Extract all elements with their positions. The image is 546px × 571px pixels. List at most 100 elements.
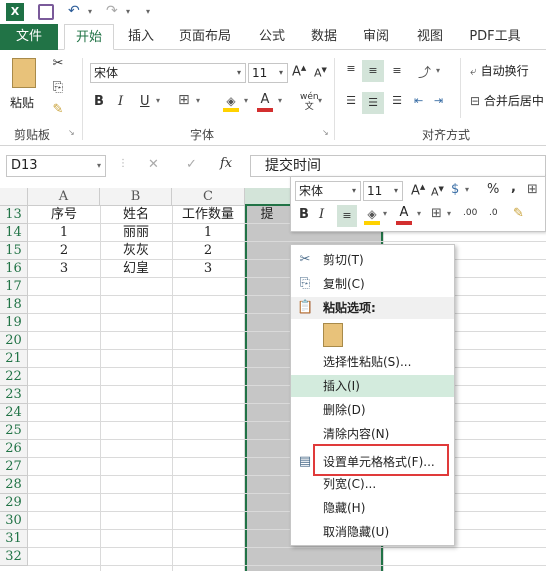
merge-center-button[interactable]: ⊟ 合并后居中 [470,92,546,112]
cell[interactable]: 提 [247,206,287,224]
orientation-dropdown-icon[interactable]: ▾ [436,66,440,75]
menu-item-copy[interactable]: ⎘ 复制(C) [291,273,454,295]
mini-italic-button[interactable]: I [319,207,324,222]
column-header-b[interactable]: B [100,188,172,206]
font-color-icon[interactable]: A [256,92,274,112]
mini-currency-icon[interactable]: $ [451,182,459,197]
row-header[interactable]: 27 [0,458,28,476]
font-launcher-icon[interactable]: ↘ [322,128,329,137]
italic-button[interactable]: I [118,94,123,109]
confirm-entry-icon[interactable]: ✓ [186,157,197,172]
menu-item-cut[interactable]: ✂ 剪切(T) [291,249,454,271]
menu-item-unhide[interactable]: 取消隐藏(U) [291,521,454,543]
row-header[interactable]: 31 [0,530,28,548]
mini-decrease-font-icon[interactable]: A▼ [431,185,444,199]
menu-item-hide[interactable]: 隐藏(H) [291,497,454,519]
cell[interactable]: 灰灰 [100,242,172,260]
tab-page-layout[interactable]: 页面布局 [172,24,238,50]
cell[interactable]: 3 [28,260,100,278]
row-header[interactable]: 18 [0,296,28,314]
align-middle-icon[interactable]: ≡ [362,60,384,82]
mini-increase-decimal-button[interactable]: .00 [463,208,477,218]
cell[interactable]: 1 [28,224,100,242]
cell[interactable]: 2 [172,242,244,260]
cell[interactable]: 1 [172,224,244,242]
cell[interactable]: 2 [28,242,100,260]
cut-icon[interactable]: ✂ [48,56,68,71]
row-header[interactable]: 28 [0,476,28,494]
cancel-entry-icon[interactable]: ✕ [148,157,159,172]
row-header[interactable]: 20 [0,332,28,350]
clipboard-launcher-icon[interactable]: ↘ [68,128,75,137]
cell[interactable]: 序号 [28,206,100,224]
row-header[interactable]: 25 [0,422,28,440]
row-header[interactable]: 26 [0,440,28,458]
align-left-icon[interactable]: ☰ [342,94,360,107]
column-header-a[interactable]: A [28,188,100,206]
format-painter-icon[interactable]: ✎ [48,102,68,117]
increase-font-icon[interactable]: A▲ [292,64,306,79]
bold-button[interactable]: B [94,94,104,109]
increase-indent-icon[interactable]: ⇥ [434,94,443,107]
mini-borders-icon[interactable]: ⊞ [431,206,442,221]
row-header[interactable]: 32 [0,548,28,566]
menu-item-insert[interactable]: 插入(I) [291,375,454,397]
mini-fill-dropdown-icon[interactable]: ▾ [383,209,387,218]
mini-currency-dropdown-icon[interactable]: ▾ [465,185,469,194]
wrap-text-button[interactable]: ⤶ 自动换行 [470,62,546,82]
name-box[interactable]: D13 ▾ [6,155,106,177]
mini-decrease-decimal-button[interactable]: .0 [489,208,498,218]
insert-function-icon[interactable]: fx [220,156,232,171]
tab-formulas[interactable]: 公式 [252,24,292,50]
save-icon[interactable] [38,4,54,20]
fill-color-dropdown-icon[interactable]: ▾ [244,96,248,105]
tab-data[interactable]: 数据 [304,24,344,50]
redo-dropdown-icon[interactable]: ▾ [126,3,130,21]
mini-font-color-dropdown-icon[interactable]: ▾ [417,209,421,218]
phonetic-dropdown-icon[interactable]: ▾ [318,96,322,105]
underline-dropdown-icon[interactable]: ▾ [156,96,160,105]
tab-file[interactable]: 文件 [0,24,58,50]
tab-review[interactable]: 审阅 [356,24,396,50]
font-name-combo[interactable]: 宋体 ▾ [90,63,246,83]
tab-home[interactable]: 开始 [64,24,114,50]
row-header[interactable]: 16 [0,260,28,278]
align-top-icon[interactable]: ≡ [342,62,360,75]
row-header[interactable]: 15 [0,242,28,260]
tab-pdf-tools[interactable]: PDF工具 [462,24,528,50]
align-bottom-icon[interactable]: ≡ [388,64,406,77]
phonetic-icon[interactable]: wén 文 [300,92,319,112]
undo-dropdown-icon[interactable]: ▾ [88,3,92,21]
borders-icon[interactable]: ⊞ [178,92,190,108]
row-header[interactable]: 21 [0,350,28,368]
menu-item-column-width[interactable]: 列宽(C)... [291,473,454,495]
row-header[interactable]: 24 [0,404,28,422]
align-center-icon[interactable]: ☰ [362,92,384,114]
tab-insert[interactable]: 插入 [118,24,164,50]
tab-view[interactable]: 视图 [410,24,450,50]
row-header[interactable]: 29 [0,494,28,512]
align-right-icon[interactable]: ☰ [388,94,406,107]
select-all-corner[interactable] [0,188,28,206]
row-header[interactable]: 30 [0,512,28,530]
borders-dropdown-icon[interactable]: ▾ [196,96,200,105]
row-header[interactable]: 14 [0,224,28,242]
orientation-icon[interactable]: ⤴ [418,62,431,81]
mini-borders-dropdown-icon[interactable]: ▾ [447,209,451,218]
mini-percent-button[interactable]: % [487,182,499,197]
mini-increase-font-icon[interactable]: A▲ [411,183,425,198]
decrease-indent-icon[interactable]: ⇤ [414,94,423,107]
mini-fill-color-icon[interactable]: ◈ [363,207,381,225]
mini-bold-button[interactable]: B [299,207,309,222]
mini-comma-button[interactable]: , [511,180,516,195]
row-header[interactable]: 19 [0,314,28,332]
paste-button[interactable]: 粘贴 [8,56,44,116]
cell[interactable]: 3 [172,260,244,278]
row-header[interactable]: 13 [0,206,28,224]
mini-font-combo[interactable]: 宋体 ▾ [295,181,361,201]
mini-size-combo[interactable]: 11 ▾ [363,181,403,201]
undo-icon[interactable]: ↶ [68,3,84,21]
font-color-dropdown-icon[interactable]: ▾ [278,96,282,105]
mini-format-table-icon[interactable]: ⊞ [527,182,538,197]
paste-option-icon[interactable] [323,323,343,347]
